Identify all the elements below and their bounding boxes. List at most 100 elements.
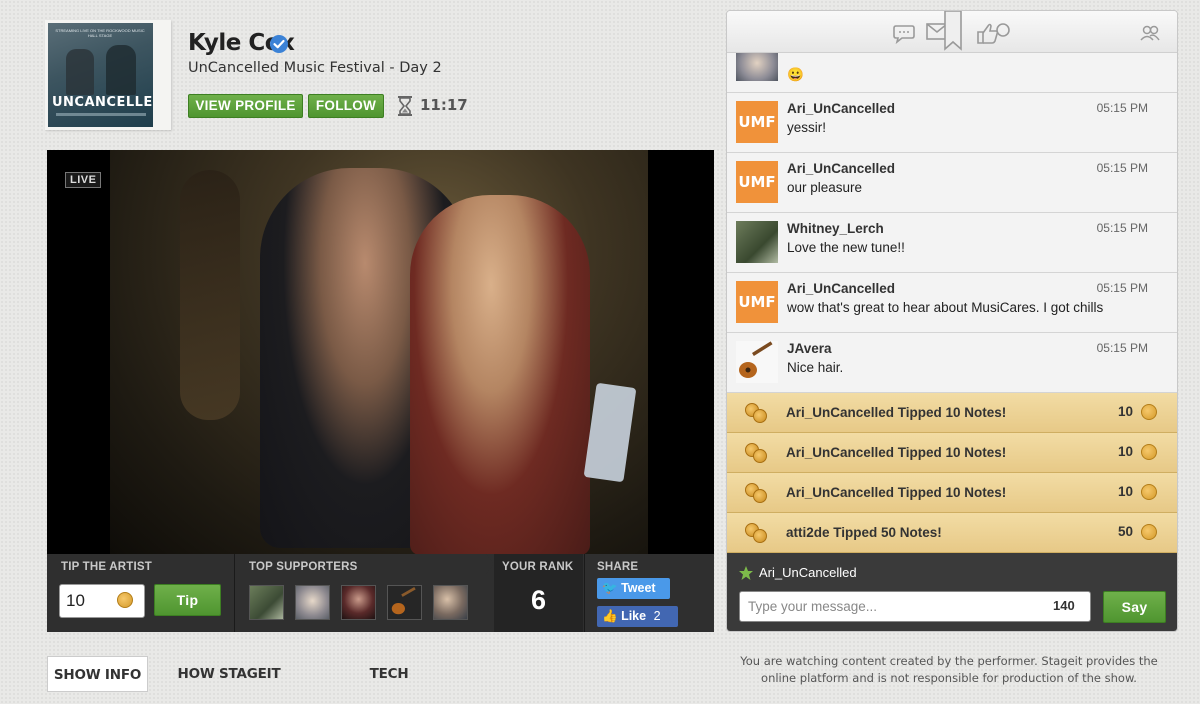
top-supporters-section: TOP SUPPORTERS (236, 554, 494, 632)
live-badge: LIVE (65, 172, 102, 188)
chat-message: UMF Ari_UnCancelled 05:15 PM our pleasur… (727, 153, 1177, 213)
tab-show-info[interactable]: SHOW INFO (47, 656, 148, 692)
tip-notification-text: Ari_UnCancelled Tipped 10 Notes! (786, 405, 1007, 420)
video-player[interactable]: LIVE (47, 150, 714, 554)
supporter-avatar[interactable] (433, 585, 468, 620)
user-avatar[interactable]: UMF (736, 101, 778, 143)
tip-notification-amount: 10 (1117, 484, 1133, 499)
tip-notification: atti2de Tipped 50 Notes! 50 (727, 513, 1177, 553)
message-text: yessir! (787, 120, 827, 135)
show-timer: 11:17 (420, 96, 468, 114)
supporter-avatar[interactable] (387, 585, 422, 620)
tab-how-stageit-works[interactable]: HOW STAGEIT WORKS (158, 656, 300, 704)
chat-message: UMF Ari_UnCancelled 05:15 PM yessir! (727, 93, 1177, 153)
chat-message: 😀 (727, 53, 1177, 93)
note-coin-icon (1141, 484, 1157, 500)
scene-child (410, 195, 590, 554)
message-time: 05:15 PM (1096, 161, 1148, 175)
rank-arrow (486, 554, 494, 574)
user-star-icon (738, 565, 754, 581)
tip-notification-text: Ari_UnCancelled Tipped 10 Notes! (786, 445, 1007, 460)
chat-message: Whitney_Lerch 05:15 PM Love the new tune… (727, 213, 1177, 273)
coins-icon (745, 523, 769, 543)
your-rank-section: YOUR RANK 6 (486, 554, 583, 632)
messages-icon[interactable] (925, 11, 965, 53)
tip-section: TIP THE ARTIST 10 Tip (47, 554, 235, 632)
chat-message: UMF Ari_UnCancelled 05:15 PM wow that's … (727, 273, 1177, 333)
facebook-like-button[interactable]: 👍 Like 2 (597, 606, 678, 627)
tweet-button[interactable]: 🐦 Tweet (597, 578, 670, 599)
tip-notification-text: Ari_UnCancelled Tipped 10 Notes! (786, 485, 1007, 500)
hourglass-icon (396, 95, 414, 117)
note-coin-icon (1141, 444, 1157, 460)
user-avatar[interactable] (736, 221, 778, 263)
message-text: Nice hair. (787, 360, 844, 375)
tip-notification-text: atti2de Tipped 50 Notes! (786, 525, 942, 540)
character-count: 140 (1053, 598, 1075, 613)
user-avatar[interactable]: UMF (736, 161, 778, 203)
message-time: 05:15 PM (1096, 341, 1148, 355)
verified-icon (270, 35, 288, 53)
supporter-avatar[interactable] (295, 585, 330, 620)
message-text: Love the new tune!! (787, 240, 905, 255)
message-text: 😀 (787, 67, 804, 82)
thumbs-up-icon: 👍 (602, 609, 618, 623)
note-coin-icon (1141, 524, 1157, 540)
like-label: Like (621, 609, 647, 623)
tweet-label: Tweet (621, 581, 656, 595)
tip-notification: Ari_UnCancelled Tipped 10 Notes! 10 (727, 433, 1177, 473)
like-count: 2 (653, 609, 661, 623)
chat-toolbar (727, 11, 1177, 53)
user-avatar[interactable] (736, 53, 778, 81)
say-button[interactable]: Say (1103, 591, 1166, 623)
tip-notification-amount: 10 (1117, 444, 1133, 459)
chat-bubble-icon[interactable] (892, 22, 916, 45)
tip-bar: TIP THE ARTIST 10 Tip TOP SUPPORTERS YOU… (47, 554, 714, 632)
message-text: our pleasure (787, 180, 863, 195)
message-username[interactable]: Whitney_Lerch (787, 221, 884, 236)
chat-message-list[interactable]: 😀 UMF Ari_UnCancelled 05:15 PM yessir! U… (727, 53, 1177, 393)
message-text: wow that's great to hear about MusiCares… (787, 300, 1104, 315)
album-art-title: UNCANCELLED (52, 95, 153, 110)
tip-button[interactable]: Tip (154, 584, 221, 616)
message-username[interactable]: Ari_UnCancelled (787, 101, 895, 116)
share-label: SHARE (597, 561, 639, 573)
guitar-icon (391, 586, 416, 615)
album-art-image[interactable]: STREAMING LIVE ON THE ROCKWOOD MUSIC HAL… (48, 23, 153, 127)
supporter-avatar[interactable] (341, 585, 376, 620)
users-icon[interactable] (1138, 22, 1162, 44)
tip-notification-amount: 10 (1117, 404, 1133, 419)
thumbs-up-icon[interactable] (975, 22, 1011, 44)
message-username[interactable]: Ari_UnCancelled (787, 281, 895, 296)
tip-notification: Ari_UnCancelled Tipped 10 Notes! 10 (727, 473, 1177, 513)
tip-label: TIP THE ARTIST (61, 561, 152, 573)
chat-message-input[interactable]: Type your message... (739, 591, 1091, 622)
follow-button[interactable]: FOLLOW (308, 94, 384, 118)
message-time: 05:15 PM (1096, 221, 1148, 235)
album-art-subline (56, 113, 146, 116)
view-profile-button[interactable]: VIEW PROFILE (188, 94, 303, 118)
user-avatar[interactable] (736, 341, 778, 383)
scene-paper (583, 382, 637, 483)
share-section: SHARE 🐦 Tweet 👍 Like 2 (584, 554, 714, 632)
message-username[interactable]: Ari_UnCancelled (787, 161, 895, 176)
current-username: Ari_UnCancelled (759, 565, 857, 580)
chat-composer: Ari_UnCancelled Type your message... 140… (727, 553, 1177, 631)
show-title: UnCancelled Music Festival - Day 2 (188, 60, 442, 76)
twitter-icon: 🐦 (602, 581, 618, 595)
your-rank-label: YOUR RANK (502, 561, 574, 573)
user-avatar[interactable]: UMF (736, 281, 778, 323)
message-username[interactable]: JAvera (787, 341, 832, 356)
album-art-top-text: STREAMING LIVE ON THE ROCKWOOD MUSIC HAL… (55, 28, 145, 38)
album-art-card: STREAMING LIVE ON THE ROCKWOOD MUSIC HAL… (45, 20, 171, 130)
disclaimer-text: You are watching content created by the … (740, 654, 1158, 685)
chat-message: JAvera 05:15 PM Nice hair. (727, 333, 1177, 393)
message-time: 05:15 PM (1096, 101, 1148, 115)
top-supporters-label: TOP SUPPORTERS (249, 561, 358, 573)
tab-tech-requirements[interactable]: TECH REQUIREMENTS (315, 656, 463, 704)
scene-guitar (180, 170, 240, 420)
album-art-figure (66, 49, 94, 95)
album-art-figure (106, 45, 136, 95)
guitar-icon (739, 341, 773, 378)
supporter-avatar[interactable] (249, 585, 284, 620)
